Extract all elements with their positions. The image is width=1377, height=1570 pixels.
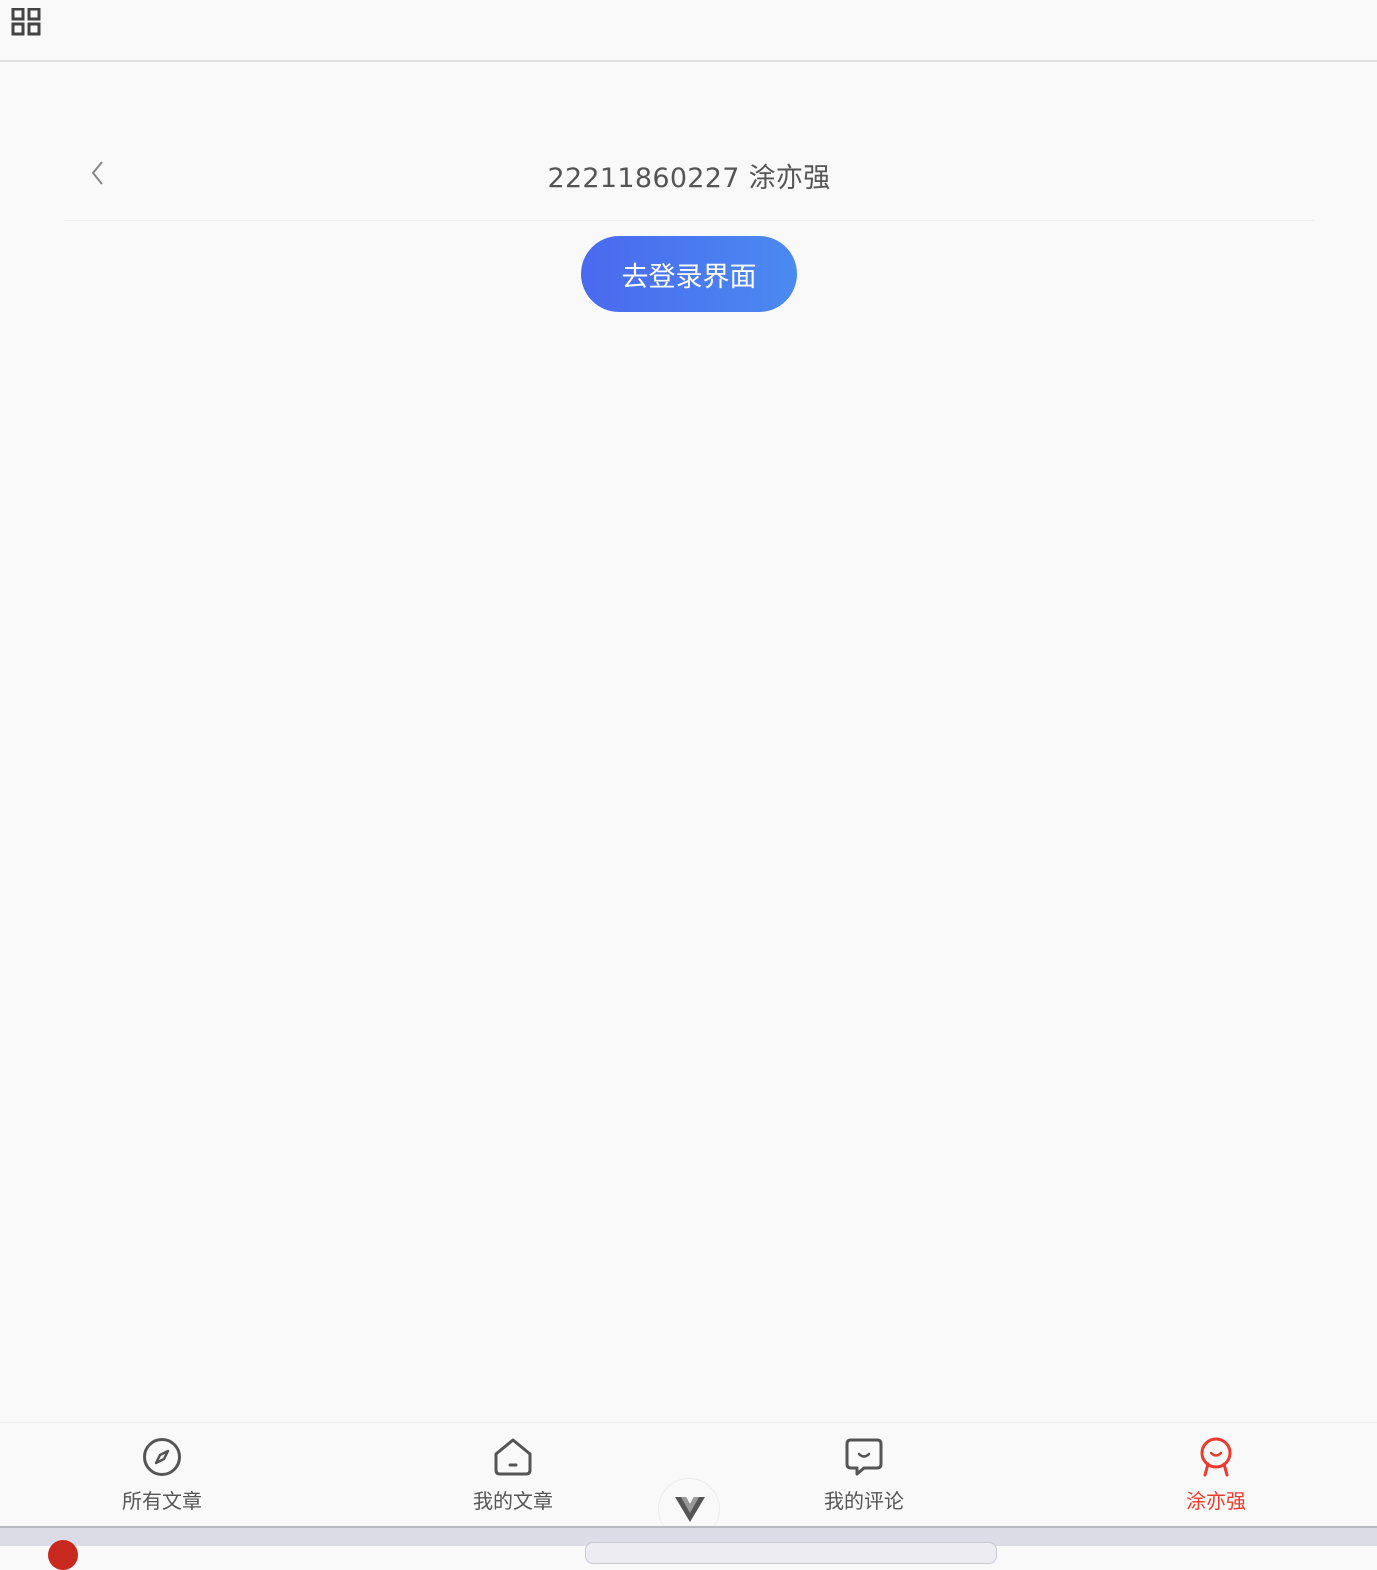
app-header [0, 0, 1377, 62]
tab-my-articles[interactable]: 我的文章 [423, 1423, 603, 1527]
user-award-icon [1200, 1437, 1232, 1477]
tab-all-articles[interactable]: 所有文章 [72, 1423, 252, 1527]
comment-icon [845, 1438, 883, 1476]
app-logo-icon [48, 1540, 78, 1570]
tab-label: 我的文章 [473, 1489, 553, 1513]
page-title: 22211860227 涂亦强 [547, 163, 831, 194]
grid-menu-icon[interactable] [11, 8, 41, 36]
os-taskbar-strip [0, 1526, 1377, 1570]
tab-label: 我的评论 [824, 1489, 904, 1513]
tab-label: 所有文章 [122, 1489, 202, 1513]
compass-icon [143, 1438, 181, 1476]
page-header: 22211860227 涂亦强 [64, 140, 1314, 221]
taskbar-search[interactable] [585, 1542, 997, 1564]
vue-logo-icon [675, 1497, 705, 1522]
home-icon [494, 1438, 532, 1476]
tab-label: 涂亦强 [1186, 1489, 1246, 1513]
tab-my-comments[interactable]: 我的评论 [774, 1423, 954, 1527]
tab-profile[interactable]: 涂亦强 [1126, 1423, 1306, 1527]
go-to-login-button[interactable]: 去登录界面 [581, 236, 797, 312]
